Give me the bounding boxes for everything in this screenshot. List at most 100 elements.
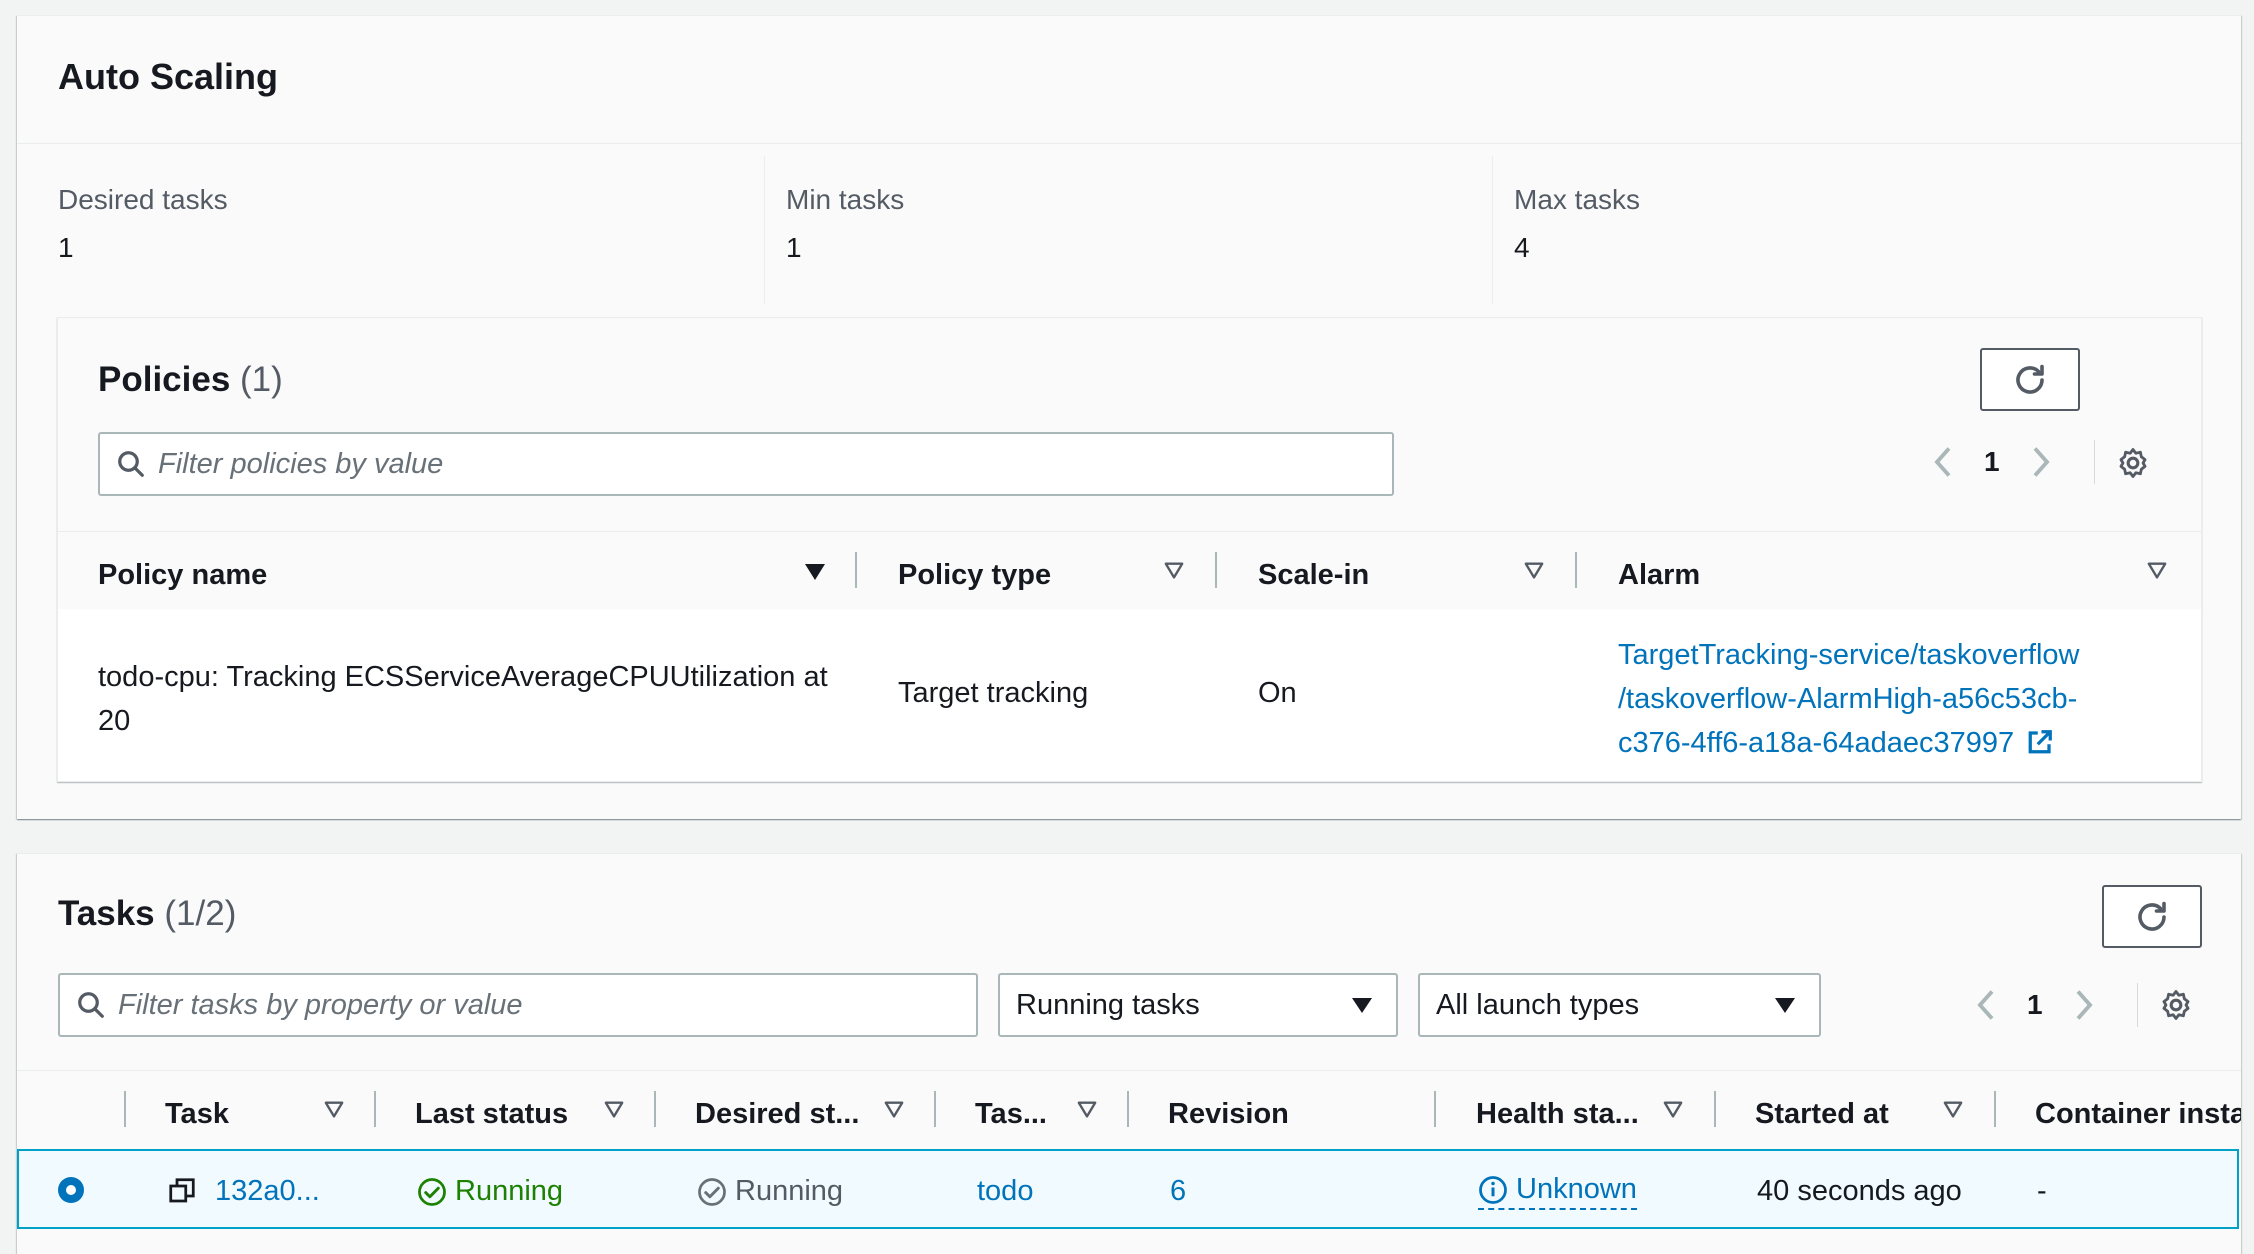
policies-pagination: 1 — [1930, 444, 2054, 480]
settings-icon[interactable] — [2116, 446, 2150, 480]
desired-tasks-label: Desired tasks — [58, 184, 228, 215]
chevron-left-icon[interactable] — [1930, 444, 1956, 480]
column-separator[interactable] — [124, 1091, 126, 1127]
sort-icon[interactable] — [323, 1100, 345, 1120]
policies-refresh-button[interactable] — [1980, 348, 2080, 411]
chevron-right-icon[interactable] — [2028, 444, 2054, 480]
sort-icon[interactable] — [1163, 561, 1185, 581]
radio-selected-icon[interactable] — [57, 1176, 85, 1204]
search-icon — [118, 451, 144, 477]
alarm-link-line[interactable]: /taskoverflow-AlarmHigh-a56c53cb- — [1618, 677, 2079, 721]
col-scale-in[interactable]: Scale-in — [1258, 559, 1369, 592]
table-row[interactable]: 132a0... Running Running todo 6 Unknown … — [17, 1149, 2239, 1229]
policies-count: (1) — [240, 360, 283, 399]
caret-down-icon — [1775, 998, 1795, 1013]
column-separator[interactable] — [855, 552, 857, 588]
chevron-right-icon[interactable] — [2071, 987, 2097, 1023]
external-link-icon[interactable] — [2024, 728, 2054, 758]
header-divider — [17, 143, 2241, 144]
copy-icon[interactable] — [167, 1176, 197, 1206]
task-definition-link[interactable]: todo — [977, 1175, 1033, 1208]
scale-in-cell: On — [1258, 677, 1297, 709]
column-separator[interactable] — [1434, 1091, 1436, 1127]
col-container-instance[interactable]: Container instar — [2035, 1098, 2241, 1131]
sort-icon[interactable] — [1523, 561, 1545, 581]
col-policy-type[interactable]: Policy type — [898, 559, 1051, 592]
task-id-link[interactable]: 132a0... — [215, 1175, 320, 1208]
tasks-pagination: 1 — [1973, 987, 2097, 1023]
tasks-panel: Tasks (1/2) Running tasks All launch typ… — [17, 853, 2241, 1254]
column-separator[interactable] — [934, 1091, 936, 1127]
tasks-page-number[interactable]: 1 — [2027, 989, 2043, 1021]
sort-icon[interactable] — [1942, 1100, 1964, 1120]
alarm-link[interactable]: TargetTracking-service/taskoverflow /tas… — [1618, 633, 2079, 765]
column-separator[interactable] — [1215, 552, 1217, 588]
auto-scaling-panel: Auto Scaling Desired tasks 1 Min tasks 1… — [17, 15, 2241, 819]
refresh-icon — [2016, 364, 2044, 394]
column-separator[interactable] — [374, 1091, 376, 1127]
column-separator[interactable] — [654, 1091, 656, 1127]
alarm-link-line[interactable]: c376-4ff6-a18a-64adaec37997 — [1618, 721, 2079, 765]
desired-status-text: Running — [735, 1175, 844, 1207]
auto-scaling-title: Auto Scaling — [58, 56, 279, 97]
task-status-select[interactable]: Running tasks — [998, 973, 1398, 1037]
column-separator[interactable] — [1127, 1091, 1129, 1127]
col-task[interactable]: Task — [165, 1098, 229, 1131]
column-divider — [1492, 156, 1493, 304]
task-status-value: Running tasks — [1016, 988, 1200, 1021]
policies-title: Policies (1) — [98, 360, 283, 400]
col-started-at[interactable]: Started at — [1755, 1098, 1889, 1131]
policy-name-line: 20 — [98, 705, 131, 737]
min-tasks-label: Min tasks — [786, 184, 905, 215]
last-status-text: Running — [455, 1175, 564, 1207]
col-last-status[interactable]: Last status — [415, 1098, 568, 1131]
status-stopped-icon — [698, 1177, 726, 1206]
desired-status-cell: Running — [697, 1175, 843, 1208]
health-status-text[interactable]: Unknown — [1516, 1173, 1637, 1206]
tasks-title-text: Tasks — [58, 894, 155, 933]
policies-search-input[interactable] — [146, 447, 1392, 481]
sort-icon[interactable] — [1662, 1100, 1684, 1120]
policy-type-cell: Target tracking — [898, 677, 1089, 709]
started-at-cell: 40 seconds ago — [1757, 1175, 1962, 1207]
sort-icon[interactable] — [1076, 1100, 1098, 1120]
revision-link[interactable]: 6 — [1170, 1175, 1186, 1208]
status-success-icon — [418, 1177, 446, 1206]
col-health-status[interactable]: Health sta... — [1476, 1098, 1639, 1131]
container-instance-cell: - — [2037, 1175, 2047, 1207]
health-status-cell[interactable]: Unknown — [1478, 1173, 1637, 1210]
caret-down-icon — [1352, 998, 1372, 1013]
tasks-count: (1/2) — [164, 894, 237, 933]
col-revision[interactable]: Revision — [1168, 1098, 1289, 1131]
chevron-left-icon[interactable] — [1973, 987, 1999, 1023]
launch-type-value: All launch types — [1436, 988, 1640, 1021]
table-row: todo-cpu: Tracking ECSServiceAverageCPUU… — [58, 609, 2201, 781]
pager-divider — [2094, 440, 2095, 484]
tasks-title: Tasks (1/2) — [58, 894, 236, 934]
sort-icon[interactable] — [803, 561, 827, 583]
tasks-refresh-button[interactable] — [2102, 885, 2202, 948]
column-separator[interactable] — [1575, 552, 1577, 588]
column-separator[interactable] — [1994, 1091, 1996, 1127]
tasks-search-input[interactable] — [106, 988, 976, 1022]
settings-icon[interactable] — [2159, 988, 2193, 1022]
alarm-link-text[interactable]: c376-4ff6-a18a-64adaec37997 — [1618, 721, 2014, 765]
sort-icon[interactable] — [883, 1100, 905, 1120]
policies-search-field[interactable] — [98, 432, 1394, 496]
policies-panel: Policies (1) 1 Policy name Policy type S… — [57, 317, 2202, 782]
col-desired-status[interactable]: Desired st... — [695, 1098, 859, 1131]
min-tasks-value: 1 — [786, 232, 802, 263]
tasks-table-header — [17, 1070, 2241, 1150]
sort-icon[interactable] — [2146, 561, 2168, 581]
pager-divider — [2137, 983, 2138, 1027]
sort-icon[interactable] — [603, 1100, 625, 1120]
col-alarm[interactable]: Alarm — [1618, 559, 1700, 592]
column-separator[interactable] — [1714, 1091, 1716, 1127]
tasks-search-field[interactable] — [58, 973, 978, 1037]
max-tasks-label: Max tasks — [1514, 184, 1641, 215]
alarm-link-line[interactable]: TargetTracking-service/taskoverflow — [1618, 633, 2079, 677]
launch-type-select[interactable]: All launch types — [1418, 973, 1821, 1037]
col-policy-name[interactable]: Policy name — [98, 559, 267, 592]
col-task-definition[interactable]: Tas... — [975, 1098, 1047, 1131]
policies-page-number[interactable]: 1 — [1984, 446, 2000, 478]
